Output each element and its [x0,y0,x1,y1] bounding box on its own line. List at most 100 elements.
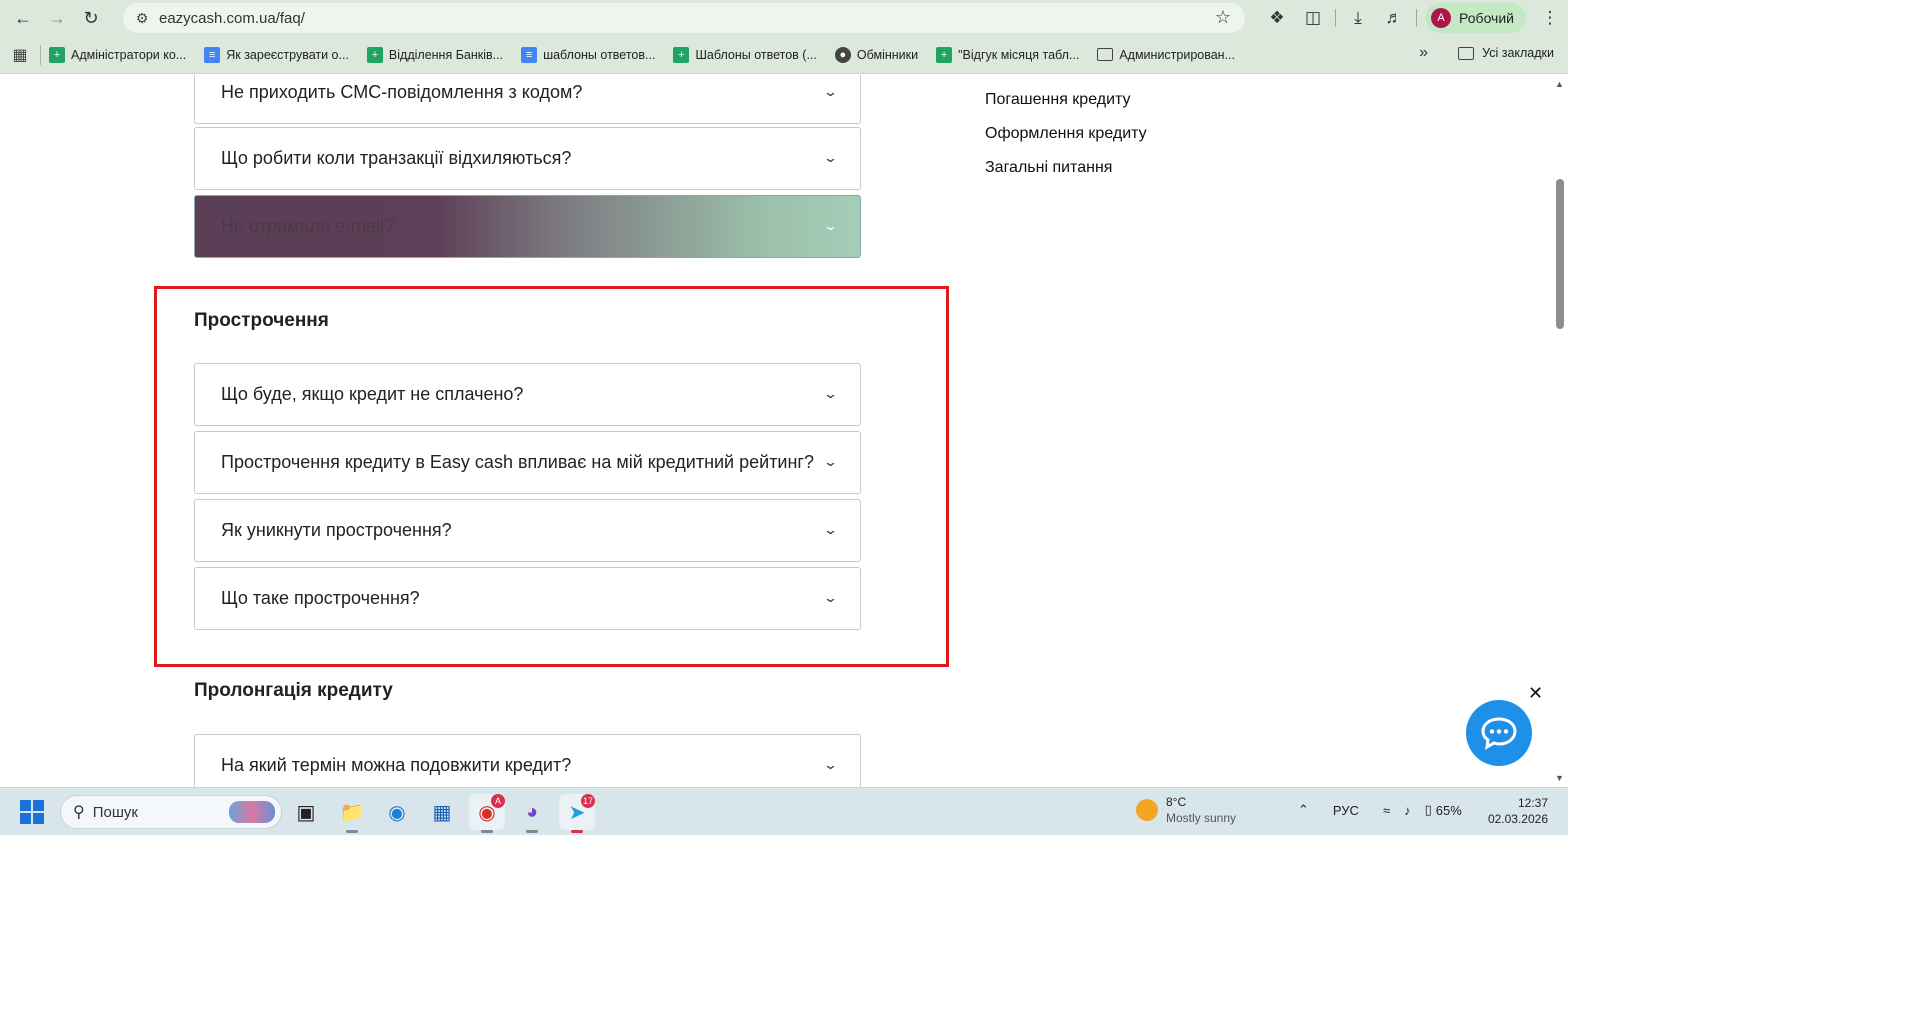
input-language[interactable]: РУС [1333,803,1359,818]
profile-button[interactable]: A Робочий [1425,3,1526,33]
edge-browser-icon[interactable]: ◉ [379,794,415,830]
sheets-icon: + [673,46,690,63]
download-icon[interactable]: ⤓ [1340,0,1376,36]
media-controls-icon[interactable]: ♬ [1376,0,1412,36]
url-text[interactable]: eazycash.com.ua/faq/ [159,10,305,27]
battery-icon[interactable]: ▯ [1425,802,1432,818]
section-title-prolongation: Пролонгація кредиту [194,680,393,701]
scroll-down-arrow-icon[interactable]: ▼ [1555,773,1564,783]
reload-icon[interactable]: ↻ [74,1,108,35]
weather-condition: Mostly sunny [1166,811,1237,825]
bookmark-label: Обмінники [856,47,919,62]
profile-label: Робочий [1459,10,1514,26]
chevron-down-icon: ⌄ [822,386,839,401]
nav-link-application[interactable]: Оформлення кредиту [985,125,1147,144]
taskbar-clock[interactable]: 12:37 02.03.2026 [1488,795,1548,827]
task-view-icon[interactable]: ▣ [288,794,324,830]
faq-category-nav: Погашення кредиту Оформлення кредиту Заг… [985,91,1147,193]
faq-accordion-item[interactable]: На який термін можна подовжити кредит? ⌄ [194,734,861,787]
chrome-icon[interactable]: ◉ A [469,794,505,833]
clock-date: 02.03.2026 [1487,812,1548,826]
address-bar[interactable]: ⚙ eazycash.com.ua/faq/ ☆ [123,3,1245,33]
messenger-app-icon[interactable]: ◕ [514,794,550,833]
bookmark-label: Шаблоны ответов (... [695,47,817,62]
docs-icon: ≡ [204,46,221,63]
forward-icon[interactable]: → [40,1,74,35]
faq-question: Не приходить СМС-повідомлення з кодом? [221,82,583,102]
volume-icon[interactable]: ♪ [1404,803,1411,818]
bookmark-item[interactable]: ≡ шаблоны ответов... [521,46,656,63]
sheets-icon: + [366,46,383,63]
chevron-down-icon: ⌄ [822,454,839,469]
folder-icon [1458,46,1475,60]
chat-bubble-icon [1481,717,1517,750]
extensions-puzzle-icon[interactable]: ◫ [1295,0,1331,36]
folder-icon [1097,48,1114,61]
apps-grid-icon[interactable]: ▦ [0,45,40,65]
faq-question: Як уникнути прострочення? [221,520,452,540]
faq-accordion-item[interactable]: Що таке прострочення? ⌄ [194,567,861,630]
chevron-down-icon: ⌄ [822,218,839,233]
faq-question: Що буде, якщо кредит не сплачено? [221,384,524,404]
bookmark-star-icon[interactable]: ☆ [1215,7,1231,28]
telegram-icon[interactable]: ➤ 17 [559,794,595,833]
extension-leaf-icon[interactable]: ❖ [1259,0,1295,36]
bookmark-label: Адміністратори ко... [71,47,187,62]
taskbar-search[interactable]: ⚲ Пошук [60,795,282,829]
nav-link-general[interactable]: Загальні питання [985,159,1147,178]
weather-sun-icon [1136,799,1158,821]
bookmark-item[interactable]: + Адміністратори ко... [49,46,187,63]
docs-icon: ≡ [521,46,538,63]
show-hidden-icons-chevron-icon[interactable]: ⌃ [1298,802,1309,818]
bookmark-item[interactable]: + Відділення Банків... [366,46,504,63]
bookmark-label: Як зареєструвати о... [226,47,349,62]
chat-widget-button[interactable] [1466,700,1532,766]
weather-widget[interactable]: 8°C Mostly sunny [1136,794,1236,826]
bookmark-item[interactable]: + "Відгук місяця табл... [936,46,1079,63]
microsoft-store-icon[interactable]: ▦ [424,794,460,830]
bookmark-label: Відділення Банків... [388,47,504,62]
toolbar-divider [1416,9,1418,27]
faq-question: На який термін можна подовжити кредит? [221,755,572,775]
running-indicator [481,830,493,833]
chevron-down-icon: ⌄ [822,757,839,772]
all-bookmarks-button[interactable]: Усі закладки [1458,46,1554,60]
faq-accordion-item[interactable]: Прострочення кредиту в Easy cash впливає… [194,431,861,494]
windows-taskbar: ⚲ Пошук ▣ 📁 ◉ ▦ ◉ A ◕ ➤ 17 8°C Mostly sunn… [0,787,1568,835]
bookmark-item[interactable]: Администрирован... [1097,48,1235,62]
nav-link-repayment[interactable]: Погашення кредиту [985,91,1147,110]
windows-start-icon[interactable] [20,800,44,824]
faq-accordion-item[interactable]: Не приходить СМС-повідомлення з кодом? ⌄ [194,75,861,124]
close-icon[interactable]: ✕ [1528,683,1543,704]
bookmark-label: шаблоны ответов... [543,47,656,62]
faq-accordion-item-hover[interactable]: Не отримали e-mail? ⌄ [194,195,861,258]
scrollbar-thumb[interactable] [1556,179,1564,329]
bookmark-item[interactable]: + Шаблоны ответов (... [673,46,817,63]
faq-question: Прострочення кредиту в Easy cash впливає… [221,452,815,472]
wifi-icon[interactable]: ≈ [1383,803,1390,818]
more-bookmarks-chevron-icon[interactable]: » [1419,44,1428,62]
faq-question: Не отримали e-mail? [221,216,394,236]
faq-accordion-item[interactable]: Як уникнути прострочення? ⌄ [194,499,861,562]
back-icon[interactable]: ← [6,1,40,35]
page-scrollbar[interactable]: ▲ ▼ [1552,75,1568,787]
bookmarks-bar: ▦ + Адміністратори ко... ≡ Як зареєструват… [0,36,1568,74]
bookmark-label: Администрирован... [1119,47,1236,62]
running-indicator [571,830,583,833]
faq-accordion-item[interactable]: Що робити коли транзакції відхиляються? … [194,127,861,190]
menu-kebab-icon[interactable]: ⋮ [1532,0,1568,36]
avatar: A [1431,8,1452,28]
battery-percent: 65% [1435,802,1462,818]
globe-icon: ● [834,46,851,63]
file-explorer-icon[interactable]: 📁 [334,794,370,833]
running-indicator [526,830,538,833]
toolbar-divider [1335,9,1337,27]
telegram-unread-badge: 17 [580,794,595,808]
faq-accordion-item[interactable]: Що буде, якщо кредит не сплачено? ⌄ [194,363,861,426]
scroll-up-arrow-icon[interactable]: ▲ [1555,79,1564,89]
page-content: Не приходить СМС-повідомлення з кодом? ⌄… [0,75,1568,787]
site-info-icon[interactable]: ⚙ [131,7,153,29]
bookmark-item[interactable]: ● Обмінники [834,46,919,63]
sheets-icon: + [936,46,953,63]
bookmark-item[interactable]: ≡ Як зареєструвати о... [204,46,349,63]
